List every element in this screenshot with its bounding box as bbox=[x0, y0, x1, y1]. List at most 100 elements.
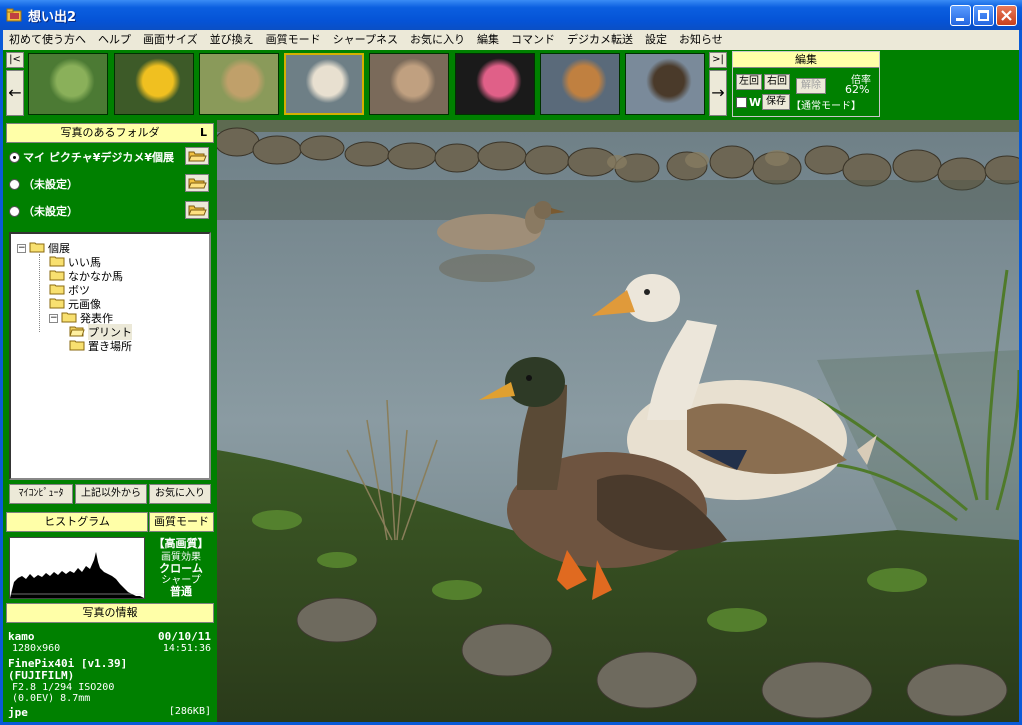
info-title: 写真の情報 bbox=[6, 603, 214, 623]
menu-item-7[interactable]: 編集 bbox=[471, 30, 505, 50]
histogram-title: ヒストグラム bbox=[6, 512, 148, 532]
thumbnail-grass[interactable] bbox=[199, 53, 279, 115]
menu-item-9[interactable]: デジカメ転送 bbox=[561, 30, 639, 50]
folder-tree[interactable]: − 個展 いい馬 なかなか馬 ボツ 元画像 − 発表作 プリント 置き場所 bbox=[9, 232, 211, 480]
thumbnail-yellow-flowers[interactable] bbox=[114, 53, 194, 115]
tree-node-0[interactable]: いい馬 bbox=[49, 255, 101, 269]
menu-item-3[interactable]: 並び換え bbox=[204, 30, 260, 50]
next-button[interactable]: → bbox=[709, 70, 727, 116]
main-window: 想い出2 初めて使う方へ ヘルプ 画面サイズ 並び換え 画質モード シャープネス お気に入り… bbox=[0, 0, 1022, 725]
open-folder-button[interactable] bbox=[185, 201, 209, 219]
folder-icon bbox=[49, 283, 68, 298]
folder-icon bbox=[69, 339, 88, 354]
folder-slot-radio[interactable] bbox=[9, 151, 20, 163]
folder-icon bbox=[61, 311, 80, 326]
menu-item-4[interactable]: 画質モード bbox=[260, 30, 327, 50]
release-button[interactable]: 解除 bbox=[796, 78, 826, 94]
thumbnail-horse-race[interactable] bbox=[540, 53, 620, 115]
mode-label: 【通常モード】 bbox=[791, 101, 861, 112]
close-icon bbox=[1001, 10, 1012, 21]
menu-item-1[interactable]: ヘルプ bbox=[92, 30, 137, 50]
menu-item-6[interactable]: お気に入り bbox=[404, 30, 471, 50]
menu-item-2[interactable]: 画面サイズ bbox=[137, 30, 204, 50]
folder-icon bbox=[49, 255, 68, 270]
tree-node-3[interactable]: 元画像 bbox=[49, 297, 101, 311]
tree-collapse-toggle[interactable]: − bbox=[49, 313, 58, 323]
tree-node-print[interactable]: プリント bbox=[69, 324, 132, 340]
folder-slot-label: マイ ピクチャ¥デジカメ¥個展 bbox=[23, 151, 175, 164]
photo-name: kamo bbox=[8, 630, 35, 643]
tree-node-1[interactable]: なかなか馬 bbox=[49, 269, 123, 283]
camera-maker: (FUJIFILM) bbox=[8, 669, 75, 682]
open-folder-icon bbox=[188, 178, 207, 189]
folders-title: 写真のあるフォルダ bbox=[60, 126, 160, 139]
photo-date: 00/10/11 bbox=[158, 630, 211, 643]
thumbnail-cow[interactable] bbox=[625, 53, 705, 115]
app-folder-icon bbox=[6, 8, 22, 22]
open-folder-icon bbox=[69, 325, 88, 340]
thumbnail-grasshopper[interactable] bbox=[28, 53, 108, 115]
menu-item-11[interactable]: お知らせ bbox=[673, 30, 729, 50]
rotate-right-button[interactable]: 右回 bbox=[764, 74, 790, 90]
open-folder-button[interactable] bbox=[185, 174, 209, 192]
file-format: jpe bbox=[8, 706, 28, 719]
maximize-button[interactable] bbox=[973, 5, 994, 26]
folder-slot-0[interactable]: マイ ピクチャ¥デジカメ¥個展 bbox=[9, 148, 174, 166]
folder-slot-radio[interactable] bbox=[9, 205, 20, 217]
photo-resolution: 1280x960 bbox=[12, 643, 61, 654]
histogram-chart bbox=[9, 537, 145, 599]
folder-slot-label: （未設定） bbox=[23, 178, 78, 191]
open-folder-icon bbox=[188, 205, 207, 216]
scale-value: 62% bbox=[845, 83, 870, 96]
menu-item-10[interactable]: 設定 bbox=[639, 30, 673, 50]
ev-info: (0.0EV) 8.7mm bbox=[12, 693, 91, 704]
tree-node-storage[interactable]: 置き場所 bbox=[69, 339, 132, 353]
tree-node-label: 置き場所 bbox=[88, 340, 132, 353]
favorites-button[interactable]: お気に入り bbox=[149, 484, 211, 504]
main-photo[interactable] bbox=[217, 120, 1019, 722]
close-button[interactable] bbox=[996, 5, 1017, 26]
prev-button[interactable]: ← bbox=[6, 70, 24, 116]
quality-mode: 【高画質】 bbox=[153, 537, 209, 550]
menu-item-5[interactable]: シャープネス bbox=[327, 30, 404, 50]
title-bar[interactable]: 想い出2 bbox=[0, 0, 1022, 30]
edit-panel-title: 編集 bbox=[733, 52, 879, 68]
other-location-button[interactable]: 上記以外から bbox=[75, 484, 147, 504]
folder-slot-radio[interactable] bbox=[9, 178, 20, 190]
open-folder-button[interactable] bbox=[185, 147, 209, 165]
first-button[interactable]: |< bbox=[6, 52, 24, 68]
menu-bar: 初めて使う方へ ヘルプ 画面サイズ 並び換え 画質モード シャープネス お気に入り 編集 コマン… bbox=[3, 30, 1019, 50]
photo-time: 14:51:36 bbox=[162, 643, 211, 654]
exposure-info: F2.8 1/294 ISO200 bbox=[12, 682, 115, 693]
tree-node-root[interactable]: − 個展 bbox=[17, 241, 70, 255]
w-checkbox[interactable] bbox=[736, 97, 747, 108]
maximize-icon bbox=[978, 10, 989, 21]
folder-slot-1[interactable]: （未設定） bbox=[9, 175, 78, 193]
folder-slot-label: （未設定） bbox=[23, 205, 78, 218]
minimize-icon bbox=[956, 18, 964, 21]
folders-panel-title: 写真のあるフォルダ L bbox=[6, 123, 214, 143]
quality-title: 画質モード bbox=[149, 512, 214, 532]
my-computer-button[interactable]: ﾏｲｺﾝﾋﾟｭｰﾀ bbox=[9, 484, 73, 504]
tree-collapse-toggle[interactable]: − bbox=[17, 243, 26, 253]
folder-icon bbox=[49, 297, 68, 312]
minimize-button[interactable] bbox=[950, 5, 971, 26]
effect-value: クローム bbox=[159, 562, 203, 575]
app-client: |< ← >| → 編集 左回 右回 解除 倍率 62% W 保存 【通常モード… bbox=[3, 50, 1019, 722]
save-button[interactable]: 保存 bbox=[762, 94, 790, 110]
thumbnail-monkeys[interactable] bbox=[369, 53, 449, 115]
edit-panel: 編集 左回 右回 解除 倍率 62% W 保存 【通常モード】 bbox=[732, 51, 880, 117]
sharpness-value: 普通 bbox=[170, 585, 192, 598]
last-button[interactable]: >| bbox=[709, 52, 727, 68]
file-size: [286KB] bbox=[168, 706, 211, 717]
thumbnail-ducks[interactable] bbox=[284, 53, 364, 115]
rotate-left-button[interactable]: 左回 bbox=[736, 74, 762, 90]
open-folder-icon bbox=[188, 151, 207, 162]
tree-node-4[interactable]: − 発表作 bbox=[49, 311, 113, 325]
folder-icon bbox=[49, 269, 68, 284]
thumbnail-pink-flower[interactable] bbox=[455, 53, 535, 115]
folder-slot-2[interactable]: （未設定） bbox=[9, 202, 78, 220]
menu-item-0[interactable]: 初めて使う方へ bbox=[3, 30, 92, 50]
tree-node-2[interactable]: ボツ bbox=[49, 283, 90, 297]
menu-item-8[interactable]: コマンド bbox=[505, 30, 561, 50]
